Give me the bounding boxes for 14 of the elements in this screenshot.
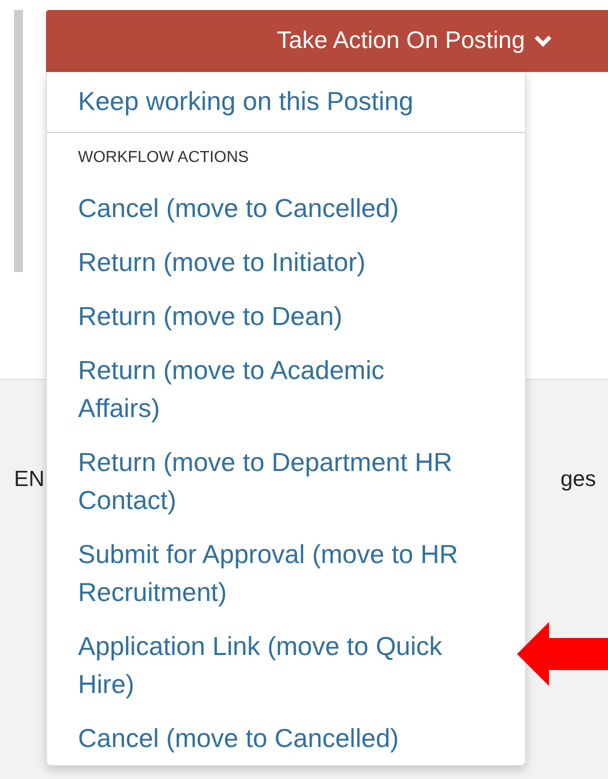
menu-item[interactable]: Cancel (move to Cancelled): [47, 711, 525, 765]
take-action-button[interactable]: Take Action On Posting: [46, 10, 608, 72]
page-text: ges: [560, 466, 596, 492]
menu-item[interactable]: Application Link (move to Quick Hire): [47, 619, 525, 711]
menu-item[interactable]: Return (move to Department HR Contact): [47, 435, 525, 527]
menu-item[interactable]: Submit for Approval (move to HR Recruitment): [47, 527, 525, 619]
menu-item[interactable]: Return (move to Dean): [47, 289, 525, 343]
menu-item[interactable]: Return (move to Academic Affairs): [47, 343, 525, 435]
menu-item[interactable]: Keep working on this Posting: [47, 74, 525, 128]
menu-item[interactable]: Cancel (move to Cancelled): [47, 181, 525, 235]
section-header: WORKFLOW ACTIONS: [77, 148, 250, 168]
page-text: EN: [14, 466, 45, 492]
menu-item[interactable]: Return (move to Initiator): [47, 235, 525, 289]
chevron-down-icon: [533, 34, 553, 48]
